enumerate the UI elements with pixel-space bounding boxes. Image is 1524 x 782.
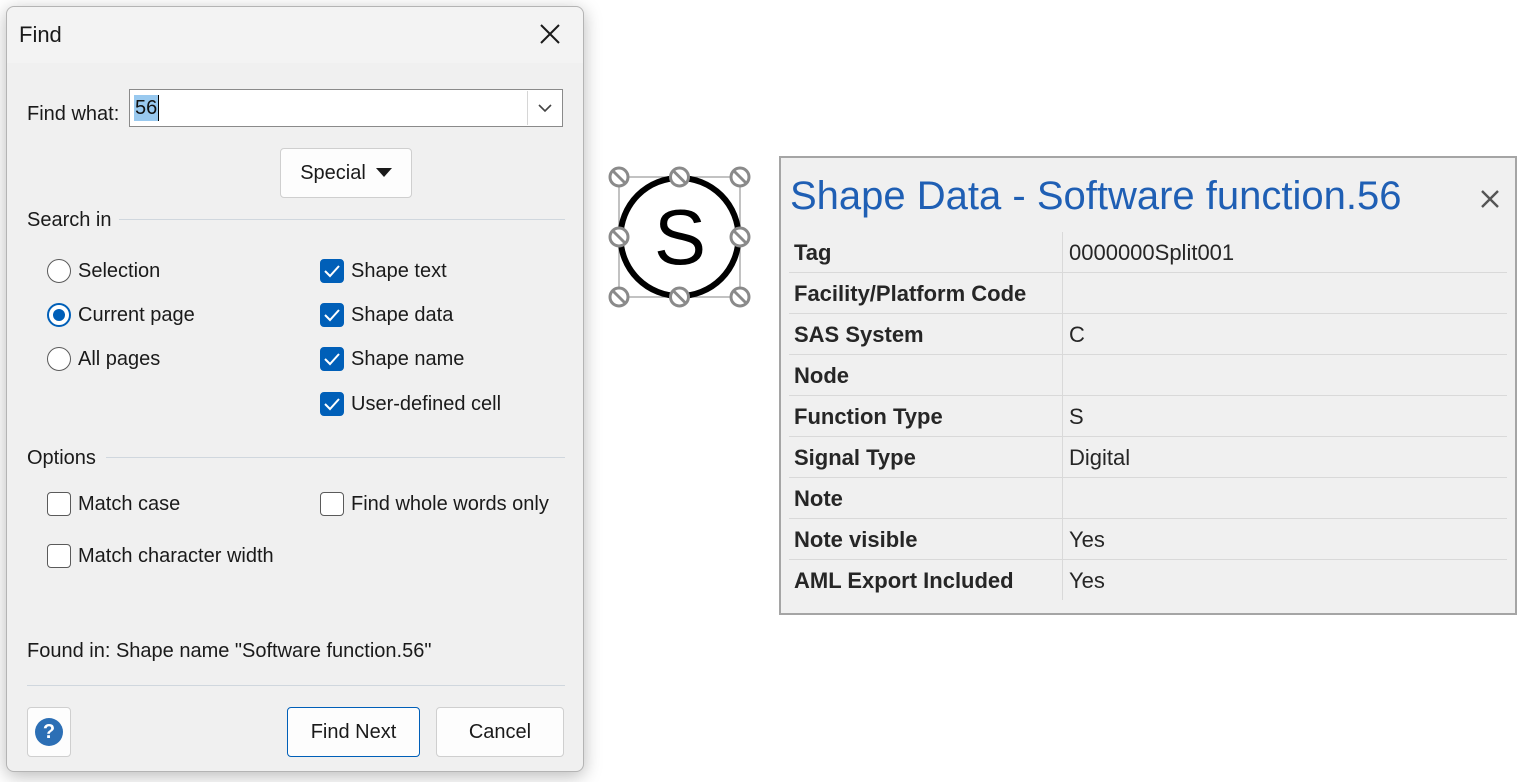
find-what-combobox[interactable]: 56 — [129, 89, 563, 127]
shape-graphic: S — [608, 166, 751, 308]
table-row[interactable]: Node — [789, 355, 1507, 396]
find-next-button[interactable]: Find Next — [287, 707, 420, 757]
search-in-divider — [119, 219, 565, 220]
found-in-status: Found in: Shape name "Software function.… — [27, 640, 432, 662]
checkbox-user-defined-cell-label: User-defined cell — [351, 393, 502, 415]
table-row[interactable]: Tag 0000000Split001 — [789, 232, 1507, 273]
checkbox-whole-words[interactable] — [320, 492, 344, 516]
row-value[interactable]: Digital — [1069, 445, 1130, 471]
help-button[interactable]: ? — [27, 707, 71, 757]
close-icon[interactable] — [537, 21, 563, 47]
checkbox-match-width[interactable] — [47, 544, 71, 568]
radio-all-pages[interactable] — [47, 347, 71, 371]
radio-current-page-label: Current page — [78, 304, 195, 326]
checkmark-icon — [324, 398, 340, 411]
checkbox-shape-data[interactable] — [320, 303, 344, 327]
row-value[interactable]: C — [1069, 322, 1085, 348]
row-value[interactable]: S — [1069, 404, 1084, 430]
text-caret — [158, 95, 159, 121]
checkbox-shape-data-label: Shape data — [351, 304, 454, 326]
checkbox-match-case-label: Match case — [78, 493, 181, 515]
row-key: Function Type — [794, 404, 943, 429]
cancel-button[interactable]: Cancel — [436, 707, 564, 757]
find-what-input-value[interactable]: 56 — [134, 95, 159, 121]
checkbox-user-defined-cell[interactable] — [320, 392, 344, 416]
row-key: AML Export Included — [794, 568, 1014, 593]
checkbox-shape-name-label: Shape name — [351, 348, 465, 370]
row-value[interactable]: Yes — [1069, 568, 1105, 594]
radio-selection-label: Selection — [78, 260, 161, 282]
find-what-label: Find what: — [27, 103, 120, 125]
checkbox-match-width-label: Match character width — [78, 545, 274, 567]
checkbox-shape-text-label: Shape text — [351, 260, 447, 282]
footer-divider — [27, 685, 565, 686]
help-icon: ? — [35, 718, 63, 746]
row-value[interactable]: Yes — [1069, 527, 1105, 553]
row-key: Node — [794, 363, 849, 388]
table-row[interactable]: Note — [789, 478, 1507, 519]
find-what-dropdown-button[interactable] — [527, 91, 561, 125]
software-function-shape[interactable]: S — [600, 160, 760, 310]
chevron-down-icon — [538, 104, 552, 113]
dialog-title: Find — [19, 22, 62, 47]
shape-data-table: Tag 0000000Split001 Facility/Platform Cod… — [789, 232, 1507, 600]
options-heading: Options — [27, 447, 96, 469]
table-row[interactable]: Signal Type Digital — [789, 437, 1507, 478]
checkbox-shape-text[interactable] — [320, 259, 344, 283]
table-row[interactable]: Note visible Yes — [789, 519, 1507, 560]
table-row[interactable]: AML Export Included Yes — [789, 560, 1507, 600]
shape-data-panel: Shape Data - Software function.56 Tag 000… — [779, 156, 1517, 615]
checkmark-icon — [324, 309, 340, 322]
row-value[interactable]: 0000000Split001 — [1069, 240, 1234, 266]
special-button[interactable]: Special — [280, 148, 412, 198]
table-row[interactable]: Facility/Platform Code — [789, 273, 1507, 314]
close-icon[interactable] — [1478, 187, 1502, 211]
find-dialog: Find Find what: 56 Special Search in Sel… — [6, 6, 584, 772]
checkmark-icon — [324, 265, 340, 278]
search-in-heading: Search in — [27, 209, 112, 231]
shape-letter: S — [654, 193, 706, 281]
row-key: Signal Type — [794, 445, 916, 470]
row-key: Note visible — [794, 527, 918, 552]
options-divider — [106, 457, 565, 458]
checkbox-shape-name[interactable] — [320, 347, 344, 371]
checkbox-match-case[interactable] — [47, 492, 71, 516]
row-key: Note — [794, 486, 843, 511]
row-key: Facility/Platform Code — [794, 281, 1027, 306]
table-row[interactable]: Function Type S — [789, 396, 1507, 437]
radio-current-page[interactable] — [47, 303, 71, 327]
row-key: Tag — [794, 240, 832, 265]
caret-down-icon — [375, 168, 392, 177]
special-button-label: Special — [300, 162, 366, 184]
table-row[interactable]: SAS System C — [789, 314, 1507, 355]
checkbox-whole-words-label: Find whole words only — [351, 493, 549, 515]
radio-selection[interactable] — [47, 259, 71, 283]
shape-data-title: Shape Data - Software function.56 — [790, 174, 1402, 218]
row-key: SAS System — [794, 322, 924, 347]
checkmark-icon — [324, 353, 340, 366]
radio-all-pages-label: All pages — [78, 348, 161, 370]
dialog-titlebar: Find — [7, 7, 583, 63]
